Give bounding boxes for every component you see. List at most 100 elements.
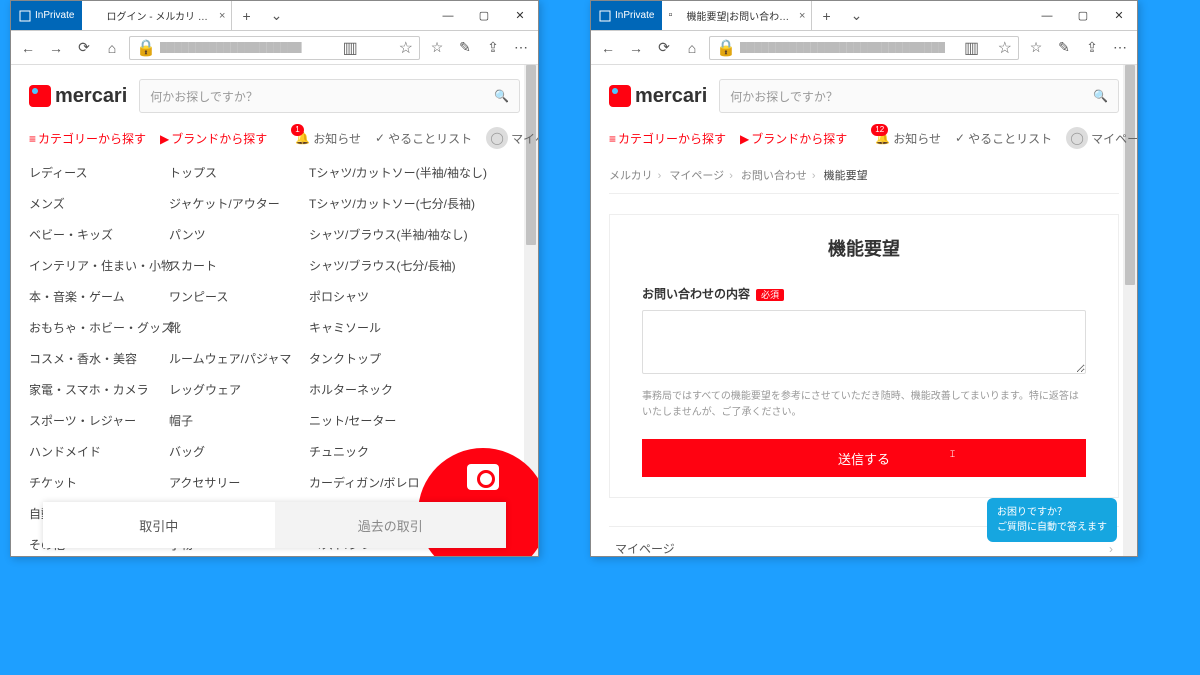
category-item[interactable]: メンズ [29,188,153,219]
nav-category[interactable]: ≡カテゴリーから探す [29,130,146,147]
category-item[interactable]: トップス [169,157,293,188]
category-item[interactable]: アクセサリー [169,467,293,498]
category-item[interactable]: レッグウェア [169,374,293,405]
category-item[interactable]: ハンドメイド [29,436,153,467]
nav-notice[interactable]: 1🔔お知らせ [295,130,361,147]
minimize-button[interactable]: — [430,1,466,30]
category-item[interactable]: ジャケット/アウター [169,188,293,219]
nav-category[interactable]: ≡カテゴリーから探す [609,130,726,147]
tab-chevron-icon[interactable]: ⌄ [841,1,873,30]
crumb-item[interactable]: メルカリ [609,170,653,182]
category-item[interactable]: おもちゃ・ホビー・グッズ [29,312,153,343]
page-title: 機能要望 [642,235,1086,261]
maximize-button[interactable]: ▢ [466,1,502,30]
maximize-button[interactable]: ▢ [1065,1,1101,30]
category-item[interactable]: ホルターネック [309,374,504,405]
reader-icon[interactable]: ▥ [964,38,979,58]
tab-active-trades[interactable]: 取引中 [43,502,275,548]
nav-notice[interactable]: 12🔔お知らせ [875,130,941,147]
mercari-logo[interactable]: mercari [29,85,127,108]
nav-brand[interactable]: ▶ブランドから探す [160,130,267,147]
category-item[interactable]: インテリア・住まい・小物 [29,250,153,281]
close-button[interactable]: ✕ [502,1,538,30]
submit-button[interactable]: 送信する𝙸 [642,439,1086,477]
category-item[interactable]: スポーツ・レジャー [29,405,153,436]
nav-brand[interactable]: ▶ブランドから探す [740,130,847,147]
back-button[interactable]: ← [17,37,39,59]
notes-icon[interactable]: ✎ [1053,37,1075,59]
search-input[interactable]: 何かお探しですか？ 🔍 [139,79,520,113]
more-icon[interactable]: ⋯ [510,37,532,59]
url-field[interactable]: 🔒 █████████████████████████████ ▥ ☆ [709,36,1019,60]
category-item[interactable]: タンクトップ [309,343,504,374]
text-cursor-icon: 𝙸 [949,449,956,460]
category-item[interactable]: 家電・スマホ・カメラ [29,374,153,405]
browser-tab[interactable]: ▫ 機能要望|お問い合わせ - × [662,1,812,30]
category-item[interactable]: スカート [169,250,293,281]
category-item[interactable]: ニット/セーター [309,405,504,436]
browser-tab[interactable]: ログイン - メルカリ スマホで × [82,1,232,30]
forward-button[interactable]: → [625,37,647,59]
search-input[interactable]: 何かお探しですか？ 🔍 [719,79,1119,113]
category-item[interactable]: 帽子 [169,405,293,436]
category-item[interactable]: パンツ [169,219,293,250]
help-chat-bubble[interactable]: お困りですか？ ご質問に自動で答えます [987,498,1117,542]
minimize-button[interactable]: — [1029,1,1065,30]
category-item[interactable]: Tシャツ/カットソー(七分/長袖) [309,188,504,219]
feature-request-form: 機能要望 お問い合わせの内容必須 事務局ではすべての機能要望を参考にさせていただ… [609,214,1119,498]
new-tab-button[interactable]: + [812,1,840,30]
logo-mark-icon [609,85,631,107]
search-icon[interactable]: 🔍 [494,89,509,103]
category-item[interactable]: Tシャツ/カットソー(半袖/袖なし) [309,157,504,188]
form-label: お問い合わせの内容必須 [642,285,1086,302]
nav-todo[interactable]: ✓やることリスト [375,130,472,147]
star-icon[interactable]: ☆ [998,38,1012,58]
close-button[interactable]: ✕ [1101,1,1137,30]
reader-icon[interactable]: ▥ [343,38,358,58]
url-text: █████████████████████████████ [740,42,945,53]
category-item[interactable]: 本・音楽・ゲーム [29,281,153,312]
inquiry-textarea[interactable] [642,310,1086,374]
category-item[interactable]: レディース [29,157,153,188]
url-field[interactable]: 🔒 ████████████████████ ▥ ☆ [129,36,420,60]
tab-chevron-icon[interactable]: ⌄ [261,1,293,30]
titlebar: InPrivate ▫ 機能要望|お問い合わせ - × + ⌄ — ▢ ✕ [591,1,1137,31]
crumb-item[interactable]: お問い合わせ [741,170,807,182]
nav-mypage[interactable]: ◯マイページ [1066,127,1137,149]
category-item[interactable]: ポロシャツ [309,281,504,312]
search-icon[interactable]: 🔍 [1093,89,1108,103]
tab-close-icon[interactable]: × [219,10,225,22]
back-button[interactable]: ← [597,37,619,59]
category-item[interactable]: 靴 [169,312,293,343]
category-item[interactable]: シャツ/ブラウス(七分/長袖) [309,250,504,281]
forward-button[interactable]: → [45,37,67,59]
crumb-current: 機能要望 [824,170,868,182]
home-button[interactable]: ⌂ [681,37,703,59]
main-nav: ≡カテゴリーから探す ▶ブランドから探す 1🔔お知らせ ✓やることリスト ◯マイ… [29,119,520,157]
tab-past-trades[interactable]: 過去の取引 [275,502,507,548]
nav-todo[interactable]: ✓やることリスト [955,130,1052,147]
category-item[interactable]: ベビー・キッズ [29,219,153,250]
share-icon[interactable]: ⇪ [482,37,504,59]
category-item[interactable]: バッグ [169,436,293,467]
mercari-logo[interactable]: mercari [609,85,707,108]
more-icon[interactable]: ⋯ [1109,37,1131,59]
star-icon[interactable]: ☆ [399,38,413,58]
home-button[interactable]: ⌂ [101,37,123,59]
category-item[interactable]: ワンピース [169,281,293,312]
category-item[interactable]: コスメ・香水・美容 [29,343,153,374]
tab-close-icon[interactable]: × [799,10,805,22]
category-item[interactable]: シャツ/ブラウス(半袖/袖なし) [309,219,504,250]
notes-icon[interactable]: ✎ [454,37,476,59]
category-item[interactable]: チケット [29,467,153,498]
refresh-button[interactable]: ⟳ [653,37,675,59]
category-item[interactable]: ルームウェア/パジャマ [169,343,293,374]
new-tab-button[interactable]: + [232,1,260,30]
favorites-icon[interactable]: ☆ [1025,37,1047,59]
refresh-button[interactable]: ⟳ [73,37,95,59]
crumb-item[interactable]: マイページ [669,170,724,182]
nav-mypage[interactable]: ◯マイページ [486,127,538,149]
share-icon[interactable]: ⇪ [1081,37,1103,59]
category-item[interactable]: キャミソール [309,312,504,343]
favorites-icon[interactable]: ☆ [426,37,448,59]
